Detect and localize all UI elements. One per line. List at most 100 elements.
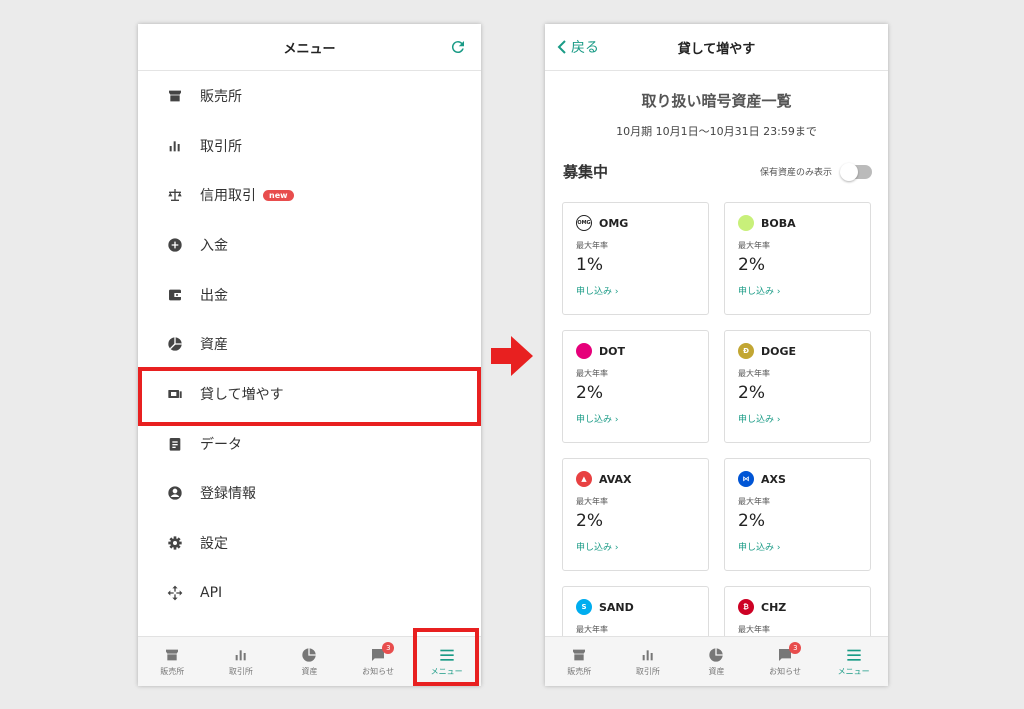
tab-exchange[interactable]: 取引所 — [207, 637, 276, 686]
menu-item-exchange[interactable]: 取引所 — [138, 121, 481, 171]
coin-card-axs[interactable]: ⋈ AXS 最大年率 2% 申し込み › — [724, 458, 871, 571]
tab-notifications[interactable]: 3 お知らせ — [751, 637, 820, 686]
coin-card-doge[interactable]: Ð DOGE 最大年率 2% 申し込み › — [724, 330, 871, 443]
menu-header: メニュー — [138, 24, 481, 71]
tab-store[interactable]: 販売所 — [545, 637, 614, 686]
section-title: 取り扱い暗号資産一覧 — [641, 92, 792, 110]
menu-list: 販売所 取引所 信用取引 new 入金 出金 資産 貸して増やす データ 登録情… — [138, 71, 481, 618]
recruit-title: 募集中 — [563, 163, 609, 181]
tab-menu[interactable]: メニュー — [819, 637, 888, 686]
menu-item-deposit[interactable]: 入金 — [138, 220, 481, 270]
notification-count: 3 — [789, 642, 802, 654]
toggle-label: 保有資産のみ表示 — [759, 168, 832, 178]
rate-label: 最大年率 — [738, 625, 770, 634]
chevron-left-icon — [557, 40, 566, 54]
tab-label: メニュー — [837, 666, 870, 676]
card-header: S SAND — [576, 599, 695, 615]
tab-label: 販売所 — [160, 666, 185, 676]
tab-label: 取引所 — [635, 666, 660, 676]
arrow-right-icon — [491, 336, 533, 376]
new-badge: new — [263, 189, 294, 201]
coin-symbol: DOT — [599, 344, 625, 358]
menu-item-assets[interactable]: 資産 — [138, 319, 481, 369]
card-header: BOBA — [738, 215, 857, 231]
menu-item-label: 入金 — [200, 237, 228, 254]
store-icon — [166, 649, 179, 660]
tab-notifications[interactable]: 3 お知らせ — [344, 637, 413, 686]
card-header: ▲ AVAX — [576, 471, 695, 487]
tab-assets[interactable]: 資産 — [682, 637, 751, 686]
holdings-toggle[interactable] — [840, 162, 872, 181]
back-label: 戻る — [571, 40, 599, 56]
menu-tab-highlight-frame — [413, 628, 479, 686]
tab-label: 取引所 — [228, 666, 253, 676]
coin-logo-icon: ⋈ — [738, 471, 754, 487]
wallet-icon — [166, 286, 184, 304]
coin-logo-icon — [738, 215, 754, 231]
pie-chart-icon — [709, 647, 724, 662]
rate-label: 最大年率 — [576, 369, 608, 378]
account-icon — [166, 484, 184, 502]
apply-link[interactable]: 申し込み › — [738, 284, 857, 297]
menu-item-store[interactable]: 販売所 — [138, 71, 481, 121]
lending-header: 戻る 貸して増やす — [545, 24, 888, 71]
coin-card-grid: OMG OMG 最大年率 1% 申し込み › BOBA 最大年率 2% 申し込み › DOT 最大年… — [562, 202, 872, 686]
tab-label: 資産 — [708, 666, 725, 676]
bottom-tabbar: 販売所 取引所 資産 3 お知らせ メニュー — [545, 636, 888, 686]
back-button[interactable]: 戻る — [557, 37, 599, 57]
menu-item-label: 資産 — [200, 337, 228, 354]
coin-logo-icon: ▲ — [576, 471, 592, 487]
apply-link[interactable]: 申し込み › — [576, 284, 695, 297]
refresh-icon[interactable] — [449, 38, 467, 56]
apply-link[interactable]: 申し込み › — [576, 540, 695, 553]
coin-card-omg[interactable]: OMG OMG 最大年率 1% 申し込み › — [562, 202, 709, 315]
tab-store[interactable]: 販売所 — [138, 637, 207, 686]
menu-item-data[interactable]: データ — [138, 419, 481, 469]
card-header: DOT — [576, 343, 695, 359]
notification-count: 3 — [382, 642, 395, 654]
bar-chart-icon — [642, 649, 653, 660]
tab-label: お知らせ — [362, 666, 394, 676]
annual-rate: 2% — [738, 255, 765, 275]
coin-symbol: AVAX — [599, 472, 632, 486]
coin-card-avax[interactable]: ▲ AVAX 最大年率 2% 申し込み › — [562, 458, 709, 571]
menu-item-withdraw[interactable]: 出金 — [138, 270, 481, 320]
bar-chart-icon — [166, 137, 184, 155]
bottom-tabbar: 販売所 取引所 資産 3 お知らせ メニュー — [138, 628, 481, 686]
coin-logo-icon: Ð — [738, 343, 754, 359]
tab-assets[interactable]: 資産 — [275, 637, 344, 686]
scale-icon — [166, 186, 184, 204]
annual-rate: 2% — [738, 511, 765, 531]
coin-symbol: AXS — [761, 472, 786, 486]
coin-card-dot[interactable]: DOT 最大年率 2% 申し込み › — [562, 330, 709, 443]
apply-link[interactable]: 申し込み › — [576, 412, 695, 425]
menu-item-label: 設定 — [200, 536, 228, 553]
clipboard-icon — [166, 435, 184, 453]
tab-exchange[interactable]: 取引所 — [614, 637, 683, 686]
menu-screen: メニュー 販売所 取引所 信用取引 new 入金 出金 資産 貸して増やす デー… — [138, 24, 481, 686]
coin-card-boba[interactable]: BOBA 最大年率 2% 申し込み › — [724, 202, 871, 315]
rate-label: 最大年率 — [576, 497, 608, 506]
coin-logo-icon: S — [576, 599, 592, 615]
plus-circle-icon — [166, 236, 184, 254]
coin-logo-icon — [576, 343, 592, 359]
menu-item-settings[interactable]: 設定 — [138, 518, 481, 568]
annual-rate: 2% — [576, 511, 603, 531]
rate-label: 最大年率 — [738, 369, 770, 378]
menu-item-api[interactable]: API — [138, 568, 481, 618]
lending-screen: 戻る 貸して増やす 取り扱い暗号資産一覧 10月期 10月1日〜10月31日 2… — [545, 24, 888, 686]
apply-link[interactable]: 申し込み › — [738, 540, 857, 553]
menu-item-label: 信用取引 — [200, 188, 256, 205]
menu-item-label: API — [200, 584, 223, 601]
menu-item-label: 出金 — [200, 287, 228, 304]
menu-item-profile[interactable]: 登録情報 — [138, 469, 481, 519]
apply-link[interactable]: 申し込み › — [738, 412, 857, 425]
menu-item-margin[interactable]: 信用取引 new — [138, 170, 481, 220]
tab-label: お知らせ — [769, 666, 801, 676]
lending-title: 貸して増やす — [677, 41, 756, 57]
coin-symbol: BOBA — [761, 216, 796, 230]
menu-title: メニュー — [283, 41, 336, 57]
coin-symbol: OMG — [599, 216, 629, 230]
coin-logo-icon: OMG — [576, 215, 592, 231]
rate-label: 最大年率 — [576, 625, 608, 634]
